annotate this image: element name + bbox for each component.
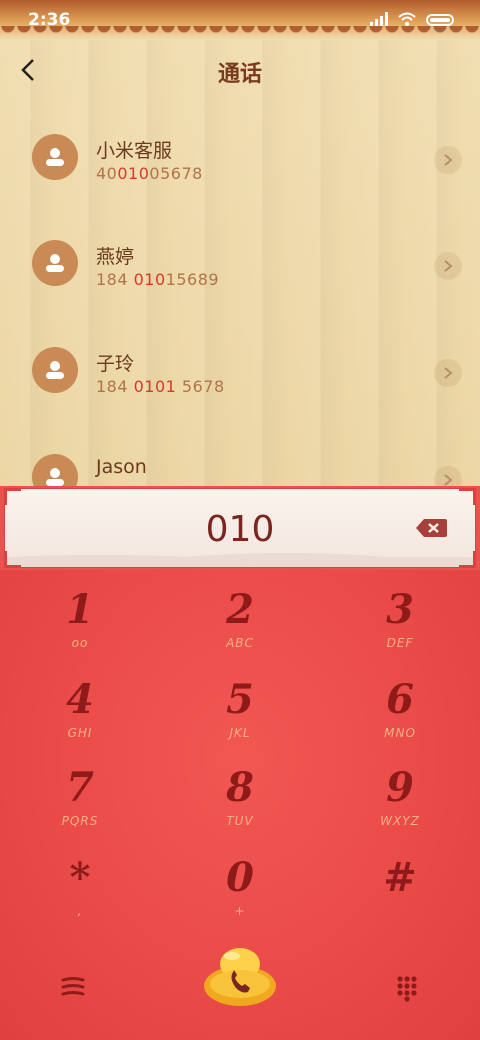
key-6[interactable]: 6 MNO	[320, 660, 480, 750]
status-bar: 2:36	[0, 0, 480, 40]
key-8[interactable]: 8 TUV	[160, 748, 320, 838]
status-time: 2:36	[28, 10, 71, 30]
dial-input-bar: 010	[0, 486, 480, 570]
contact-row[interactable]: Jason	[0, 430, 480, 486]
chevron-right-icon[interactable]	[434, 359, 462, 387]
person-avatar-icon	[32, 240, 78, 286]
contact-name: 小米客服	[96, 140, 173, 162]
person-avatar-icon	[32, 454, 78, 486]
page-title: 通话	[217, 62, 262, 87]
chevron-right-icon[interactable]	[434, 252, 462, 280]
key-4[interactable]: 4 GHI	[0, 660, 160, 750]
wifi-icon	[398, 12, 416, 26]
dial-input-field[interactable]: 010	[4, 488, 476, 568]
contact-number: 4001005678	[96, 164, 203, 183]
key-7[interactable]: 7 PQRS	[0, 748, 160, 838]
dialed-number: 010	[205, 509, 275, 550]
person-avatar-icon	[32, 347, 78, 393]
key-2[interactable]: 2 ABC	[160, 570, 320, 660]
contact-name: Jason	[96, 456, 147, 478]
contact-row[interactable]: 子玲 184 0101 5678	[0, 323, 480, 423]
contact-row[interactable]: 燕婷 184 01015689	[0, 216, 480, 316]
contact-row[interactable]: 小米客服 4001005678	[0, 110, 480, 210]
contacts-area: 2:36 通话 小米客服 4001005678 燕婷 184 01015689 …	[0, 0, 480, 486]
dialpad-grid-icon[interactable]	[392, 972, 422, 1002]
contact-number: 184 0101 5678	[96, 377, 225, 396]
call-button[interactable]	[202, 944, 278, 1008]
title-bar: 通话	[0, 50, 480, 94]
key-5[interactable]: 5 JKL	[160, 660, 320, 750]
contact-number: 184 01015689	[96, 270, 220, 289]
key-0[interactable]: 0 +	[160, 838, 320, 928]
contact-name: 子玲	[96, 353, 135, 375]
key-1[interactable]: 1 oo	[0, 570, 160, 660]
contact-name: 燕婷	[96, 246, 135, 268]
key-hash[interactable]: #	[320, 838, 480, 928]
key-3[interactable]: 3 DEF	[320, 570, 480, 660]
key-star[interactable]: *,	[0, 838, 160, 928]
backspace-icon[interactable]	[415, 517, 449, 539]
bottom-action-bar	[0, 940, 480, 1040]
chevron-right-icon[interactable]	[434, 466, 462, 486]
menu-icon[interactable]	[58, 972, 88, 1002]
battery-icon	[426, 14, 454, 26]
signal-icon	[370, 12, 388, 26]
person-avatar-icon	[32, 134, 78, 180]
key-9[interactable]: 9 WXYZ	[320, 748, 480, 838]
chevron-right-icon[interactable]	[434, 146, 462, 174]
